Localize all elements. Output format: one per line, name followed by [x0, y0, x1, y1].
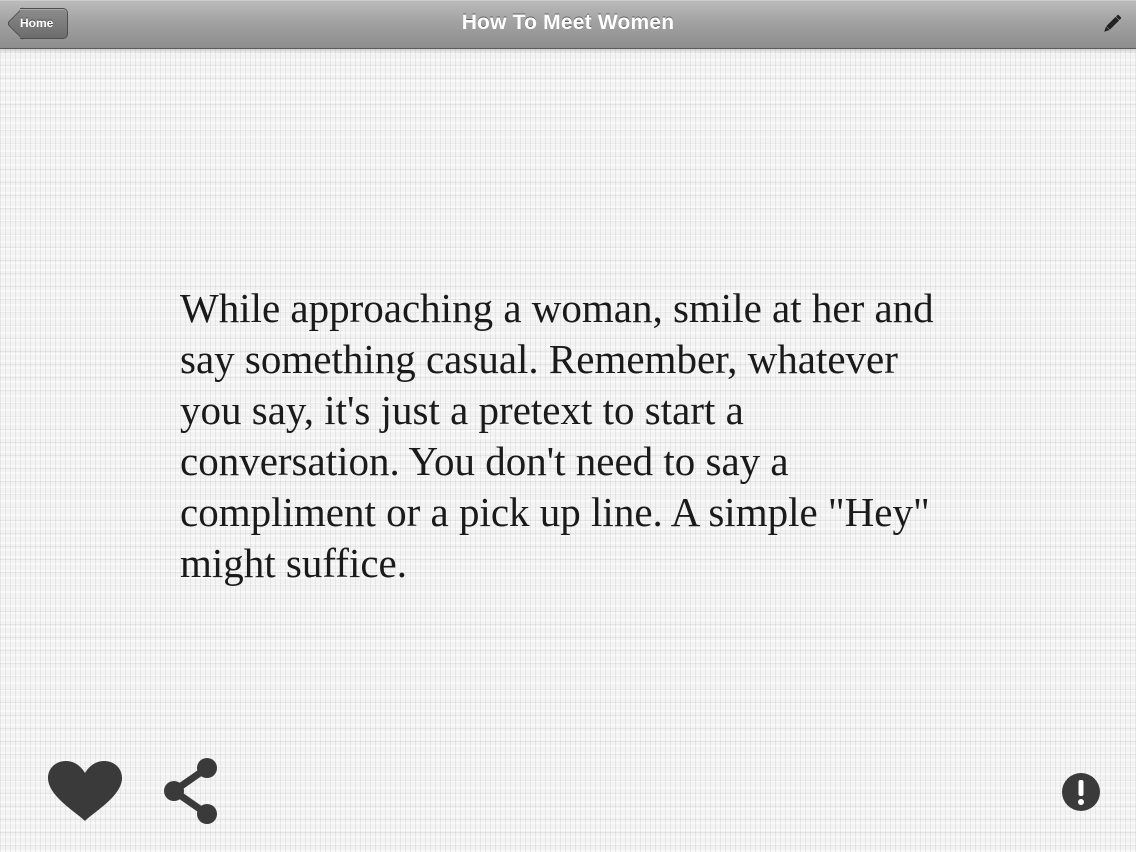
page-title: How To Meet Women [461, 11, 675, 34]
navigation-bar: Home How To Meet Women [0, 0, 1136, 49]
pencil-icon[interactable] [1100, 12, 1124, 36]
share-icon[interactable] [160, 756, 222, 826]
exclamation-icon[interactable] [1061, 772, 1101, 812]
heart-icon[interactable] [46, 760, 124, 822]
quote-text: While approaching a woman, smile at her … [180, 285, 934, 586]
